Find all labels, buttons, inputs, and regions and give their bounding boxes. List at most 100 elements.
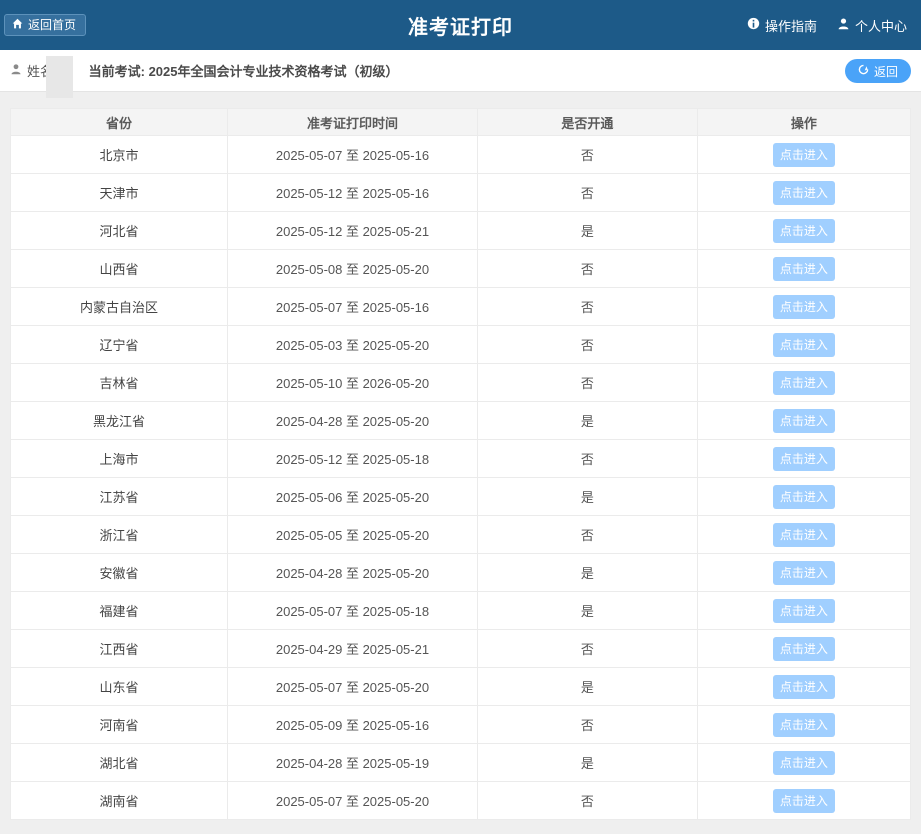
column-header-action: 操作: [697, 109, 910, 136]
action-cell: 点击进入: [697, 326, 910, 364]
personal-center-link[interactable]: 个人中心: [837, 16, 907, 35]
table-row: 北京市 2025-05-07 至 2025-05-16 否 点击进入: [11, 136, 911, 174]
column-header-print-time: 准考证打印时间: [227, 109, 477, 136]
enter-button[interactable]: 点击进入: [773, 143, 835, 167]
table-row: 湖北省 2025-04-28 至 2025-05-19 是 点击进入: [11, 744, 911, 782]
column-header-open: 是否开通: [478, 109, 698, 136]
open-status-cell: 否: [478, 440, 698, 478]
refresh-icon: [858, 64, 869, 78]
enter-button[interactable]: 点击进入: [773, 447, 835, 471]
province-cell: 山东省: [11, 668, 228, 706]
table-row: 安徽省 2025-04-28 至 2025-05-20 是 点击进入: [11, 554, 911, 592]
action-cell: 点击进入: [697, 212, 910, 250]
province-cell: 湖北省: [11, 744, 228, 782]
info-bar: 姓名: 当前考试: 2025年全国会计专业技术资格考试（初级） 返回: [0, 50, 921, 92]
info-icon: [747, 17, 760, 33]
enter-button[interactable]: 点击进入: [773, 637, 835, 661]
action-cell: 点击进入: [697, 440, 910, 478]
open-status-cell: 否: [478, 288, 698, 326]
open-status-cell: 否: [478, 630, 698, 668]
table-row: 上海市 2025-05-12 至 2025-05-18 否 点击进入: [11, 440, 911, 478]
back-home-button[interactable]: 返回首页: [4, 14, 86, 36]
enter-button[interactable]: 点击进入: [773, 561, 835, 585]
table-row: 天津市 2025-05-12 至 2025-05-16 否 点击进入: [11, 174, 911, 212]
province-cell: 安徽省: [11, 554, 228, 592]
action-cell: 点击进入: [697, 136, 910, 174]
action-cell: 点击进入: [697, 744, 910, 782]
province-cell: 江苏省: [11, 478, 228, 516]
open-status-cell: 是: [478, 554, 698, 592]
enter-button[interactable]: 点击进入: [773, 295, 835, 319]
print-time-cell: 2025-05-07 至 2025-05-16: [227, 136, 477, 174]
open-status-cell: 否: [478, 364, 698, 402]
action-cell: 点击进入: [697, 478, 910, 516]
province-cell: 上海市: [11, 440, 228, 478]
table-row: 福建省 2025-05-07 至 2025-05-18 是 点击进入: [11, 592, 911, 630]
table-row: 河北省 2025-05-12 至 2025-05-21 是 点击进入: [11, 212, 911, 250]
print-time-cell: 2025-05-07 至 2025-05-18: [227, 592, 477, 630]
province-cell: 辽宁省: [11, 326, 228, 364]
user-icon: [837, 17, 850, 33]
return-button[interactable]: 返回: [845, 59, 911, 83]
table-row: 山东省 2025-05-07 至 2025-05-20 是 点击进入: [11, 668, 911, 706]
action-cell: 点击进入: [697, 668, 910, 706]
back-home-label: 返回首页: [28, 19, 76, 31]
print-time-cell: 2025-05-07 至 2025-05-16: [227, 288, 477, 326]
enter-button[interactable]: 点击进入: [773, 789, 835, 813]
open-status-cell: 否: [478, 136, 698, 174]
print-time-cell: 2025-05-05 至 2025-05-20: [227, 516, 477, 554]
open-status-cell: 是: [478, 402, 698, 440]
open-status-cell: 是: [478, 212, 698, 250]
enter-button[interactable]: 点击进入: [773, 333, 835, 357]
enter-button[interactable]: 点击进入: [773, 751, 835, 775]
province-cell: 浙江省: [11, 516, 228, 554]
action-cell: 点击进入: [697, 782, 910, 820]
table-row: 湖南省 2025-05-07 至 2025-05-20 否 点击进入: [11, 782, 911, 820]
guide-link[interactable]: 操作指南: [747, 16, 817, 35]
open-status-cell: 是: [478, 744, 698, 782]
action-cell: 点击进入: [697, 364, 910, 402]
enter-button[interactable]: 点击进入: [773, 675, 835, 699]
print-time-cell: 2025-05-07 至 2025-05-20: [227, 668, 477, 706]
open-status-cell: 是: [478, 668, 698, 706]
guide-label: 操作指南: [765, 16, 817, 35]
action-cell: 点击进入: [697, 288, 910, 326]
table-row: 吉林省 2025-05-10 至 2026-05-20 否 点击进入: [11, 364, 911, 402]
action-cell: 点击进入: [697, 516, 910, 554]
enter-button[interactable]: 点击进入: [773, 485, 835, 509]
enter-button[interactable]: 点击进入: [773, 713, 835, 737]
province-cell: 黑龙江省: [11, 402, 228, 440]
print-time-cell: 2025-04-29 至 2025-05-21: [227, 630, 477, 668]
return-label: 返回: [874, 63, 898, 80]
enter-button[interactable]: 点击进入: [773, 181, 835, 205]
open-status-cell: 是: [478, 478, 698, 516]
action-cell: 点击进入: [697, 706, 910, 744]
app-header: 返回首页 准考证打印 操作指南 个人中心: [0, 0, 921, 50]
enter-button[interactable]: 点击进入: [773, 523, 835, 547]
user-icon: [10, 63, 22, 78]
province-cell: 北京市: [11, 136, 228, 174]
print-time-cell: 2025-05-03 至 2025-05-20: [227, 326, 477, 364]
print-time-cell: 2025-05-06 至 2025-05-20: [227, 478, 477, 516]
table-row: 江苏省 2025-05-06 至 2025-05-20 是 点击进入: [11, 478, 911, 516]
open-status-cell: 否: [478, 516, 698, 554]
enter-button[interactable]: 点击进入: [773, 371, 835, 395]
action-cell: 点击进入: [697, 402, 910, 440]
enter-button[interactable]: 点击进入: [773, 409, 835, 433]
enter-button[interactable]: 点击进入: [773, 257, 835, 281]
table-row: 黑龙江省 2025-04-28 至 2025-05-20 是 点击进入: [11, 402, 911, 440]
print-time-cell: 2025-05-12 至 2025-05-21: [227, 212, 477, 250]
table-row: 浙江省 2025-05-05 至 2025-05-20 否 点击进入: [11, 516, 911, 554]
province-cell: 江西省: [11, 630, 228, 668]
personal-center-label: 个人中心: [855, 16, 907, 35]
enter-button[interactable]: 点击进入: [773, 219, 835, 243]
enter-button[interactable]: 点击进入: [773, 599, 835, 623]
print-time-cell: 2025-04-28 至 2025-05-20: [227, 554, 477, 592]
province-cell: 河南省: [11, 706, 228, 744]
print-time-cell: 2025-05-12 至 2025-05-18: [227, 440, 477, 478]
print-time-cell: 2025-05-12 至 2025-05-16: [227, 174, 477, 212]
open-status-cell: 否: [478, 326, 698, 364]
action-cell: 点击进入: [697, 174, 910, 212]
action-cell: 点击进入: [697, 630, 910, 668]
table-header-row: 省份 准考证打印时间 是否开通 操作: [11, 109, 911, 136]
